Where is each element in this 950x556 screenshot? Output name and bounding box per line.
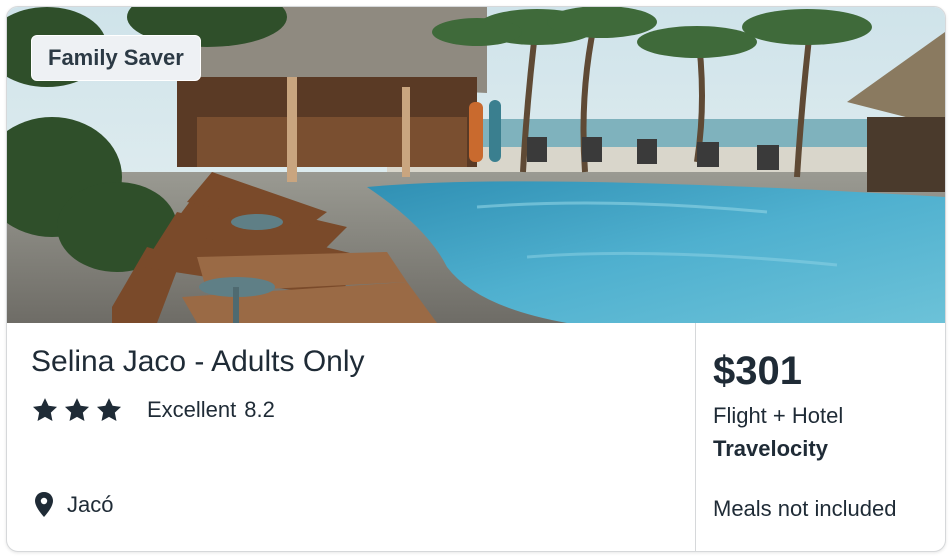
- star-icon: [96, 398, 122, 421]
- rating-score: 8.2: [244, 397, 275, 422]
- provider-name: Travelocity: [713, 436, 828, 461]
- map-pin-icon: [35, 492, 53, 517]
- location: Jacó: [33, 491, 113, 519]
- meals-note: Meals not included: [713, 496, 897, 521]
- location-name: Jacó: [67, 492, 114, 517]
- hotel-photo[interactable]: Family Saver: [7, 7, 945, 323]
- rating-label: Excellent: [147, 397, 237, 422]
- package-type: Flight + Hotel: [713, 403, 844, 428]
- guest-rating: Excellent 8.2: [147, 397, 275, 423]
- price-panel: $301 Flight + Hotel Travelocity Meals no…: [696, 323, 945, 551]
- hotel-name[interactable]: Selina Jaco - Adults Only: [31, 345, 365, 379]
- rating-row: Excellent 8.2: [31, 396, 275, 424]
- hotel-card[interactable]: Family Saver Selina Jaco - Adults Only E…: [6, 6, 946, 552]
- hotel-info: Selina Jaco - Adults Only Excellent 8.2 …: [7, 323, 695, 551]
- star-icon: [64, 398, 90, 421]
- star-icon: [32, 398, 58, 421]
- price: $301: [713, 349, 802, 393]
- family-saver-badge: Family Saver: [31, 35, 201, 81]
- star-rating: [31, 396, 123, 424]
